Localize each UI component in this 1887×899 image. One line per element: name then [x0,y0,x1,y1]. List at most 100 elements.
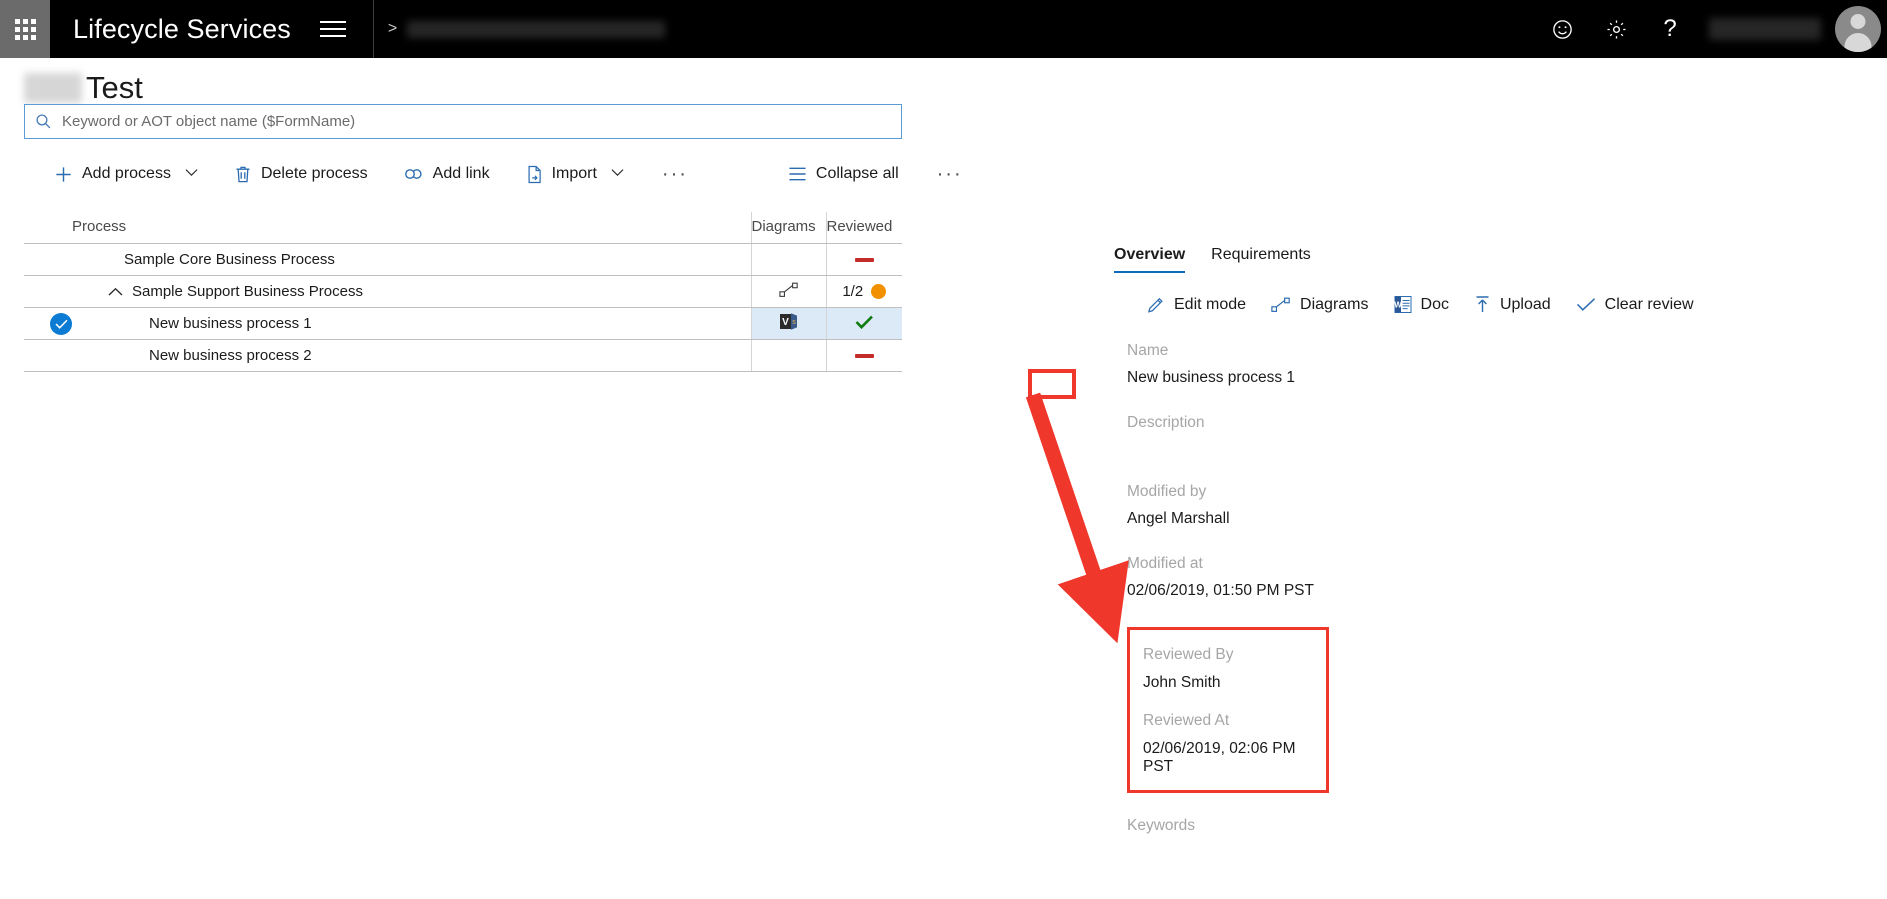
search-box[interactable] [24,104,902,139]
reviewed-by-field-label: Reviewed By [1143,646,1234,663]
delete-process-label: Delete process [260,165,368,182]
reviewed-count-label: 1/2 [842,283,864,300]
checkmark-icon [1576,297,1596,312]
row-select-cell[interactable] [24,307,72,340]
table-row[interactable]: Sample Support Business Process 1/2 [24,275,902,308]
process-name-cell[interactable]: New business process 2 [72,339,751,372]
import-button[interactable]: Import [520,161,630,188]
table-overflow-button[interactable]: ··· [929,163,971,186]
reviewed-cell[interactable] [825,339,902,372]
details-action-toolbar: Edit mode Diagrams W Doc Upload Clear re… [1140,291,1854,318]
reviewed-by-field-value: John Smith [1143,674,1221,691]
svg-text:W: W [1394,301,1402,310]
table-header-row: Process Diagrams Reviewed [24,212,902,244]
topbar-divider [372,0,374,58]
search-input[interactable] [62,113,891,130]
diagrams-cell[interactable]: V s [750,307,826,340]
modified-by-field-value: Angel Marshall [1127,510,1230,527]
diagram-shape-icon [1271,297,1291,313]
row-select-cell[interactable] [24,243,72,276]
svg-text:s: s [792,319,796,326]
reviewed-info-highlight-group: Reviewed By John Smith Reviewed At 02/06… [1127,627,1329,793]
app-launcher-icon [14,18,36,40]
tab-requirements[interactable]: Requirements [1211,246,1311,273]
top-navigation-bar: Lifecycle Services > ? [0,0,1887,58]
not-reviewed-dash-icon [854,354,874,359]
name-field-value: New business process 1 [1127,369,1295,386]
doc-label: Doc [1420,295,1449,313]
diagram-shape-icon [778,282,799,302]
trash-icon [234,165,252,184]
upload-button[interactable]: Upload [1467,291,1558,318]
select-column-header [24,212,72,244]
user-name-redacted [1709,18,1821,40]
modified-at-field-value: 02/06/2019, 01:50 PM PST [1127,582,1314,599]
reviewed-column-header: Reviewed [825,212,902,244]
app-title: Lifecycle Services [73,13,291,44]
diagrams-cell[interactable] [750,243,826,276]
name-field-label: Name [1127,342,1169,359]
table-row[interactable]: Sample Core Business Process [24,243,902,276]
hamburger-menu-icon[interactable] [316,12,350,46]
app-launcher-button[interactable] [0,0,50,58]
collapse-all-icon [788,166,807,182]
diagrams-cell[interactable] [750,339,826,372]
process-name-label: New business process 1 [149,315,312,332]
collapse-all-label: Collapse all [815,165,899,182]
pencil-icon [1147,296,1165,314]
edit-mode-button[interactable]: Edit mode [1140,292,1253,318]
search-icon [35,113,52,130]
partially-reviewed-icon [871,284,887,299]
add-process-label: Add process [82,165,171,182]
gear-icon[interactable] [1589,0,1643,58]
process-column-header: Process [72,212,751,244]
reviewed-cell[interactable]: 1/2 [825,275,902,308]
table-row[interactable]: New business process 2 [24,339,902,372]
process-name-label: Sample Core Business Process [124,251,335,268]
process-name-label: New business process 2 [149,347,312,364]
avatar[interactable] [1835,6,1881,52]
reviewed-checkmark-icon [855,314,874,333]
word-doc-icon: W [1394,295,1412,314]
svg-text:V: V [782,317,789,328]
chevron-down-icon[interactable] [611,168,624,180]
add-link-button[interactable]: Add link [398,161,496,187]
table-row[interactable]: New business process 1 V s [24,307,902,340]
reviewed-cell[interactable] [825,307,902,340]
row-select-cell[interactable] [24,275,72,308]
process-name-label: Sample Support Business Process [132,283,363,300]
doc-button[interactable]: W Doc [1387,291,1456,318]
link-icon [404,165,424,183]
diagrams-cell[interactable] [750,275,826,308]
process-name-cell[interactable]: Sample Core Business Process [72,243,751,276]
process-name-cell[interactable]: New business process 1 [72,307,751,340]
tab-overview[interactable]: Overview [1114,246,1186,273]
chevron-down-icon[interactable] [185,168,198,180]
upload-arrow-icon [1474,295,1491,314]
diagrams-label: Diagrams [1300,295,1369,313]
row-select-cell[interactable] [24,339,72,372]
process-name-cell[interactable]: Sample Support Business Process [72,275,751,308]
clear-review-button[interactable]: Clear review [1569,292,1701,318]
breadcrumb[interactable]: > [388,20,666,38]
reviewed-cell-highlight-box [1028,369,1076,399]
question-mark-icon[interactable]: ? [1643,0,1697,58]
chevron-up-icon[interactable] [108,287,123,297]
reviewed-cell[interactable] [825,243,902,276]
details-tabs: Overview Requirements [1114,246,1854,273]
collapse-all-button[interactable]: Collapse all [782,161,905,187]
breadcrumb-redacted-text [407,20,666,38]
table-header: Process Diagrams Reviewed [24,212,902,244]
plus-icon [54,165,73,184]
toolbar-overflow-button[interactable]: ··· [654,163,696,186]
delete-process-button[interactable]: Delete process [228,161,374,188]
reviewed-at-field-label: Reviewed At [1143,712,1230,729]
add-process-button[interactable]: Add process [48,161,204,188]
row-selected-checkmark-icon[interactable] [50,312,72,335]
edit-mode-label: Edit mode [1174,295,1247,313]
upload-label: Upload [1499,295,1551,313]
smiley-face-icon[interactable] [1535,0,1589,58]
diagrams-button[interactable]: Diagrams [1264,292,1375,318]
process-toolbar: Add process Delete process Add link Impo… [48,158,971,190]
visio-file-icon: V s [779,312,799,331]
